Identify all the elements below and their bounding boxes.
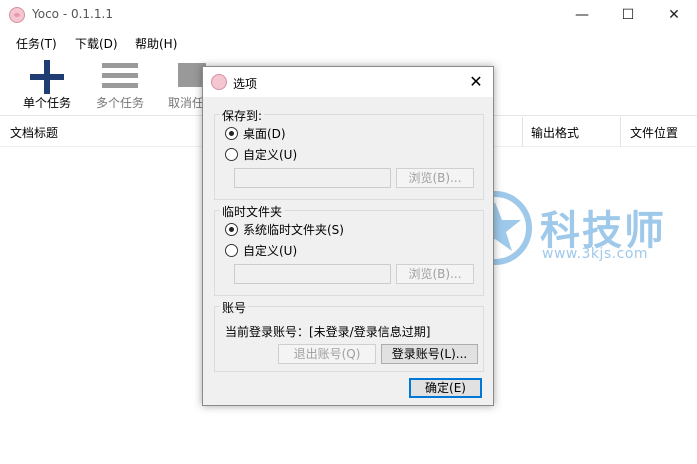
save-desktop-radio[interactable]: 桌面(D)	[225, 125, 286, 141]
radio-unchecked-icon	[225, 147, 238, 161]
window-title: Yoco - 0.1.1.1	[32, 7, 113, 21]
temp-custom-label: 自定义(U)	[243, 243, 298, 258]
temp-browse-button[interactable]: 浏览(B)...	[396, 264, 474, 284]
temp-system-radio[interactable]: 系统临时文件夹(S)	[225, 221, 344, 237]
close-button[interactable]: ✕	[651, 0, 697, 30]
multi-task-button[interactable]: 多个任务	[88, 54, 152, 116]
menu-help[interactable]: 帮助(H)	[135, 35, 177, 52]
menu-task[interactable]: 任务(T)	[16, 35, 57, 52]
save-desktop-label: 桌面(D)	[243, 126, 286, 141]
column-file-location[interactable]: 文件位置	[630, 124, 678, 141]
radio-unchecked-icon	[225, 243, 238, 257]
single-task-button[interactable]: 单个任务	[15, 54, 79, 116]
radio-checked-icon	[225, 126, 238, 140]
dialog-title-bar: 选项 ✕	[203, 67, 493, 97]
watermark-url: www.3kjs.com	[542, 246, 649, 262]
dialog-close-button[interactable]: ✕	[465, 71, 487, 93]
save-custom-label: 自定义(U)	[243, 147, 298, 162]
plus-icon	[30, 60, 64, 94]
column-separator[interactable]	[522, 117, 523, 147]
temp-system-label: 系统临时文件夹(S)	[243, 222, 344, 237]
dialog-title: 选项	[233, 77, 258, 91]
temp-custom-radio[interactable]: 自定义(U)	[225, 242, 297, 258]
multi-task-label: 多个任务	[95, 96, 144, 110]
save-path-input[interactable]	[234, 168, 391, 188]
column-separator[interactable]	[620, 117, 621, 147]
account-title: 账号	[220, 299, 249, 316]
title-bar: Yoco - 0.1.1.1 — ☐ ✕	[0, 0, 697, 30]
app-logo-icon	[9, 7, 25, 23]
minimize-button[interactable]: —	[559, 0, 605, 30]
radio-checked-icon	[225, 222, 238, 236]
menu-download[interactable]: 下载(D)	[75, 35, 118, 52]
temp-folder-title: 临时文件夹	[220, 203, 285, 220]
save-browse-button[interactable]: 浏览(B)...	[396, 168, 474, 188]
app-logo-icon	[211, 74, 227, 90]
list-icon	[102, 63, 138, 89]
login-button[interactable]: 登录账号(L)...	[381, 344, 478, 364]
maximize-button[interactable]: ☐	[605, 0, 651, 30]
save-custom-radio[interactable]: 自定义(U)	[225, 146, 297, 162]
account-status: 当前登录账号：[未登录/登录信息过期]	[225, 325, 431, 339]
logout-button[interactable]: 退出账号(Q)	[278, 344, 376, 364]
single-task-label: 单个任务	[22, 96, 71, 110]
options-dialog: 选项 ✕ 保存到: 桌面(D) 自定义(U) 浏览(B)... 临时文件夹 系统…	[202, 66, 494, 406]
temp-path-input[interactable]	[234, 264, 391, 284]
column-doc-title[interactable]: 文档标题	[10, 124, 58, 141]
menu-bar: 任务(T) 下载(D) 帮助(H)	[0, 30, 697, 54]
save-to-title: 保存到:	[220, 107, 265, 124]
column-output-format[interactable]: 输出格式	[531, 124, 579, 141]
ok-button[interactable]: 确定(E)	[409, 378, 482, 398]
